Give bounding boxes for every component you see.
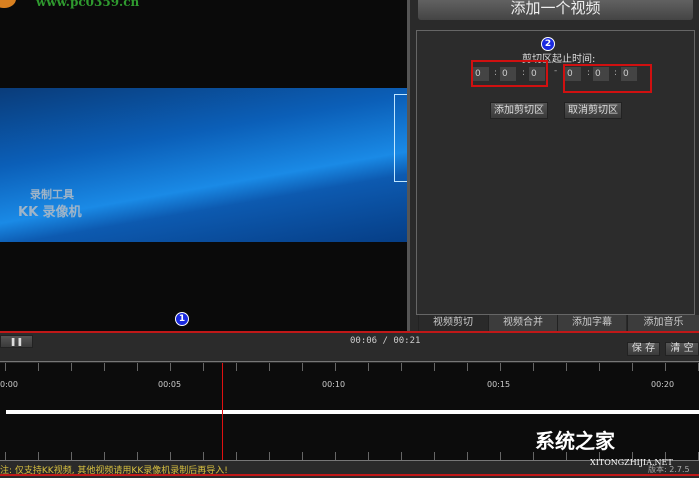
tick-mark (269, 452, 270, 460)
tick-mark (203, 363, 204, 371)
time-label: 00:15 (487, 380, 511, 389)
annotation-badge-2: 2 (541, 37, 555, 51)
tick-mark (434, 452, 435, 460)
tick-mark (434, 363, 435, 371)
tick-mark (599, 363, 600, 371)
tick-mark (665, 363, 666, 371)
windows-logo-shape (394, 94, 407, 182)
time-label: 00:20 (651, 380, 675, 389)
add-cut-button[interactable]: 添加剪切区 (490, 102, 548, 119)
watermark-line2: KK 录像机 (18, 205, 82, 220)
tick-mark (137, 363, 138, 371)
video-track-bar[interactable] (6, 410, 699, 414)
url-watermark: www.pc0359.cn (36, 0, 140, 9)
tick-mark (401, 363, 402, 371)
site-watermark-domain: XITONGZHIJIA.NET (590, 458, 673, 467)
tick-mark (401, 452, 402, 460)
tick-mark (632, 363, 633, 371)
tick-mark (5, 363, 6, 371)
tick-mark (533, 363, 534, 371)
tick-mark (302, 452, 303, 460)
playhead[interactable] (222, 363, 223, 460)
tick-mark (236, 363, 237, 371)
tick-mark (368, 363, 369, 371)
tick-mark (533, 452, 534, 460)
tick-mark (335, 363, 336, 371)
tick-mark (236, 452, 237, 460)
watermark-line1: 录制工具 (30, 188, 74, 201)
tick-mark (269, 363, 270, 371)
time-label: 0:00 (0, 380, 18, 389)
tick-mark (500, 452, 501, 460)
tab-video-merge[interactable]: 视频合并 (488, 315, 557, 331)
tick-mark (500, 363, 501, 371)
tick-mark (368, 452, 369, 460)
tick-mark (71, 363, 72, 371)
tick-mark (170, 363, 171, 371)
tick-mark (71, 452, 72, 460)
dash: - (554, 66, 558, 76)
tick-mark (335, 452, 336, 460)
tick-mark (203, 452, 204, 460)
tick-mark (170, 452, 171, 460)
tick-mark (137, 452, 138, 460)
tick-mark (566, 363, 567, 371)
save-button[interactable]: 保 存 (627, 342, 660, 356)
clear-button[interactable]: 清 空 (665, 342, 699, 356)
end-highlight-box (563, 64, 652, 93)
tab-video-cut[interactable]: 视频剪切 (418, 315, 487, 331)
cancel-cut-button[interactable]: 取消剪切区 (564, 102, 622, 119)
tick-mark (467, 363, 468, 371)
tick-mark (104, 363, 105, 371)
video-preview[interactable]: www.pc0359.cn 录制工具 KK 录像机 1 (0, 0, 407, 331)
start-highlight-box (471, 60, 548, 87)
site-logo-icon (0, 0, 16, 8)
status-note: 注: 仅支持KK视频, 其他视频请用KK录像机录制后再导入! (0, 466, 228, 476)
tick-mark (5, 452, 6, 460)
tab-add-music[interactable]: 添加音乐 (627, 315, 699, 331)
tick-mark (38, 452, 39, 460)
site-watermark-name: 系统之家 (535, 429, 615, 453)
add-video-button[interactable]: 添加一个视频 (418, 0, 693, 20)
time-label: 00:10 (322, 380, 346, 389)
time-display: 00:06 / 00:21 (350, 336, 421, 346)
tick-mark (104, 452, 105, 460)
tick-mark (467, 452, 468, 460)
tick-mark (302, 363, 303, 371)
tick-mark (38, 363, 39, 371)
annotation-badge-1: 1 (175, 312, 189, 326)
tab-add-subtitle[interactable]: 添加字幕 (557, 315, 626, 331)
pause-button[interactable]: ❚❚ (0, 335, 33, 348)
time-label: 00:05 (158, 380, 182, 389)
